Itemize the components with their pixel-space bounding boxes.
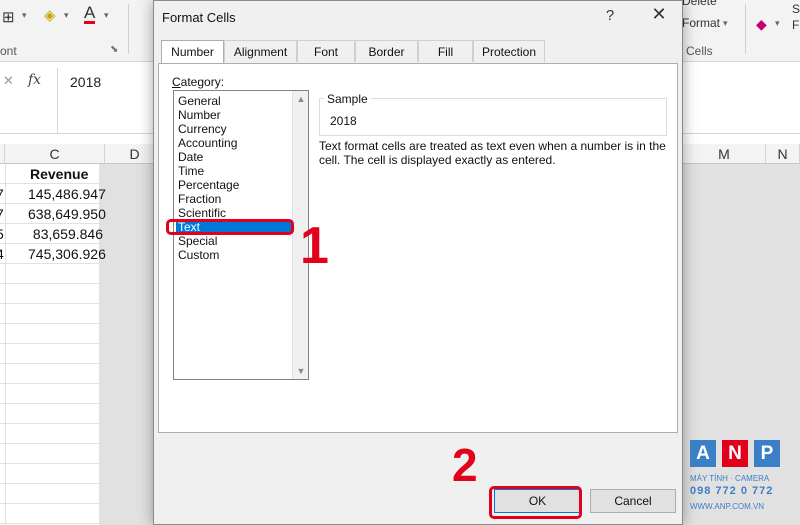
category-label-accesskey: C <box>172 75 181 89</box>
fill-color-icon[interactable]: ◈ <box>44 6 56 24</box>
tab-border[interactable]: Border <box>355 40 418 62</box>
category-item-accounting[interactable]: Accounting <box>176 136 291 150</box>
cancel-icon[interactable]: ✕ <box>3 73 14 89</box>
dialog-launcher-icon[interactable]: ⬊ <box>110 44 118 55</box>
category-item-percentage[interactable]: Percentage <box>176 178 291 192</box>
category-label: Category: <box>172 75 224 89</box>
tab-number[interactable]: Number <box>161 40 224 64</box>
category-item-general[interactable]: General <box>176 94 291 108</box>
category-item-date[interactable]: Date <box>176 150 291 164</box>
highlight-text-category <box>166 219 294 235</box>
watermark-site: WWW.ANP.COM.VN <box>690 502 765 511</box>
chevron-down-icon[interactable]: ▾ <box>22 10 27 21</box>
cells-group-label: Cells <box>686 44 713 58</box>
dialog-title: Format Cells <box>162 10 236 25</box>
cell-c3[interactable]: 638,649.950 <box>28 206 106 222</box>
format-description: Text format cells are treated as text ev… <box>319 139 666 167</box>
category-label-text: ategory: <box>180 75 225 89</box>
watermark-phone: 098 772 0 772 <box>690 485 774 497</box>
close-button[interactable]: ✕ <box>648 4 670 25</box>
cell-b5[interactable]: 4 <box>0 246 4 262</box>
cancel-button[interactable]: Cancel <box>590 489 676 513</box>
watermark-letter-a: A <box>690 440 716 467</box>
grid-line <box>766 164 767 525</box>
filter-label[interactable]: Fi <box>792 18 800 32</box>
category-item-fraction[interactable]: Fraction <box>176 192 291 206</box>
formula-input[interactable]: 2018 <box>70 74 101 90</box>
chevron-down-icon[interactable]: ▾ <box>775 18 780 29</box>
cell-b3[interactable]: 7 <box>0 206 4 222</box>
chevron-down-icon[interactable]: ▾ <box>64 10 69 21</box>
tab-strip: Number Alignment Font Border Fill Protec… <box>158 40 678 64</box>
scroll-up-icon[interactable]: ▲ <box>293 91 309 107</box>
cell-c2[interactable]: 145,486.947 <box>28 186 106 202</box>
grid-line <box>5 164 6 525</box>
watermark-tagline: MÁY TÍNH · CAMERA <box>690 474 770 483</box>
category-item-custom[interactable]: Custom <box>176 248 291 262</box>
delete-label[interactable]: Delete <box>682 0 717 8</box>
cell-b2[interactable]: 7 <box>0 186 4 202</box>
chevron-down-icon[interactable]: ▾ <box>723 18 728 29</box>
category-item-special[interactable]: Special <box>176 234 291 248</box>
highlight-ok-button <box>489 486 582 519</box>
eraser-icon[interactable]: ◆ <box>756 16 767 33</box>
cell-b4[interactable]: 5 <box>0 226 4 242</box>
column-header-c[interactable]: C <box>5 144 105 164</box>
borders-icon[interactable]: ⊞ <box>2 8 15 26</box>
tab-alignment[interactable]: Alignment <box>224 40 297 62</box>
sort-label[interactable]: S <box>792 2 800 16</box>
help-button[interactable]: ? <box>600 7 620 24</box>
tab-fill[interactable]: Fill <box>418 40 473 62</box>
category-item-scientific[interactable]: Scientific <box>176 206 291 220</box>
tab-font[interactable]: Font <box>297 40 355 62</box>
font-group-label: ont <box>0 44 17 58</box>
watermark-letter-n: N <box>722 440 748 467</box>
sample-value: 2018 <box>330 114 357 128</box>
column-header-m[interactable]: M <box>683 144 766 164</box>
sample-label: Sample <box>324 92 371 106</box>
insert-function-icon[interactable]: fx <box>28 72 41 88</box>
step-number-1: 1 <box>300 217 329 275</box>
column-header-n[interactable]: N <box>766 144 800 164</box>
category-item-time[interactable]: Time <box>176 164 291 178</box>
chevron-down-icon[interactable]: ▾ <box>104 10 109 21</box>
tab-protection[interactable]: Protection <box>473 40 545 62</box>
cell-c5[interactable]: 745,306.926 <box>28 246 106 262</box>
ribbon-divider <box>745 4 746 54</box>
category-item-currency[interactable]: Currency <box>176 122 291 136</box>
cell-c4[interactable]: 83,659.846 <box>28 226 103 242</box>
category-item-number[interactable]: Number <box>176 108 291 122</box>
ribbon-divider <box>128 4 129 54</box>
format-label[interactable]: Format <box>682 16 720 30</box>
format-cells-dialog: Format Cells ? ✕ Number Alignment Font B… <box>153 0 683 525</box>
sample-group <box>319 98 667 136</box>
step-number-2: 2 <box>452 439 478 491</box>
category-listbox[interactable]: General Number Currency Accounting Date … <box>173 90 309 380</box>
watermark-letter-p: P <box>754 440 780 467</box>
cell-revenue-header[interactable]: Revenue <box>30 166 88 182</box>
scroll-down-icon[interactable]: ▼ <box>293 363 309 379</box>
font-color-icon[interactable]: A <box>84 4 96 24</box>
number-tab-panel: Category: General Number Currency Accoun… <box>158 63 678 433</box>
